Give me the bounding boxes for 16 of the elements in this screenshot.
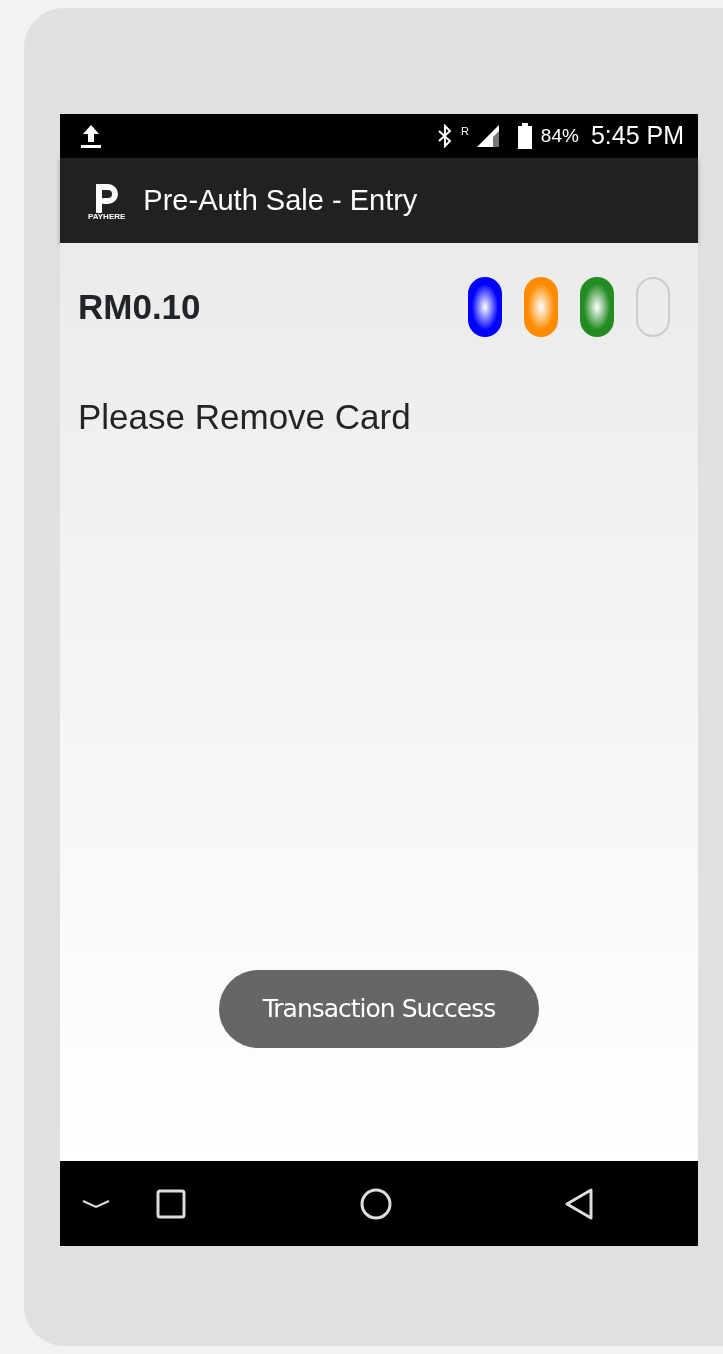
signal-icon <box>476 125 501 147</box>
home-button[interactable] <box>360 1187 392 1220</box>
battery-icon <box>516 123 533 149</box>
roaming-indicator: R <box>460 124 469 140</box>
upload-icon <box>80 123 102 149</box>
recents-button[interactable] <box>156 1188 186 1219</box>
status-message: Please Remove Card <box>78 396 411 438</box>
amount-text: RM0.10 <box>78 285 201 328</box>
toast-message: Transaction Success <box>219 970 539 1048</box>
clock-time: 5:45 PM <box>590 120 684 152</box>
battery-percentage: 84% <box>540 123 579 148</box>
app-logo: PAYHERE <box>88 180 126 221</box>
screen-title: Pre-Auth Sale - Entry <box>143 182 418 218</box>
back-button[interactable] <box>564 1186 594 1221</box>
chevron-down-icon[interactable] <box>82 1197 110 1210</box>
bluetooth-icon <box>436 124 453 148</box>
